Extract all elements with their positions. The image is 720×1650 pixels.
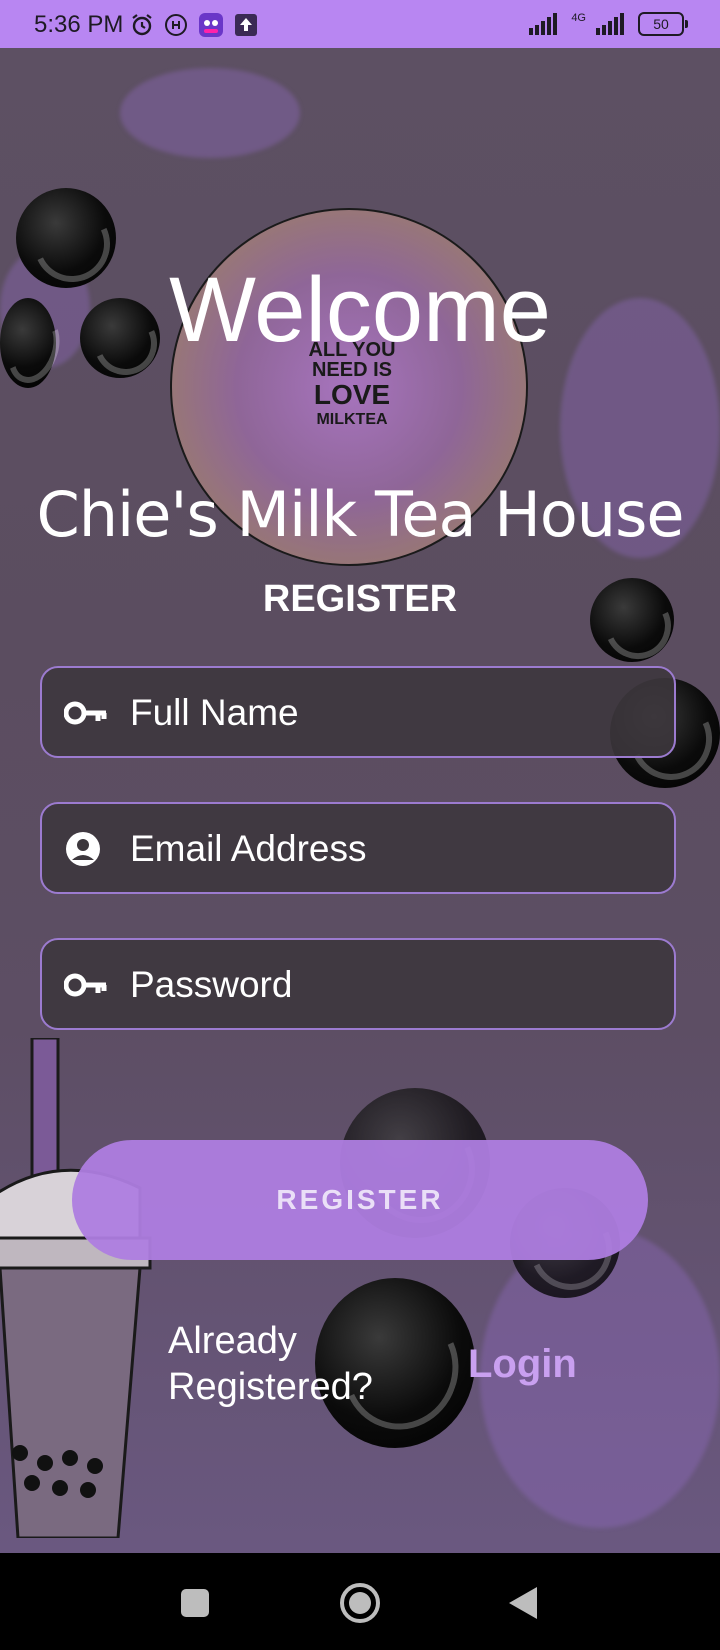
- alarm-icon: [132, 14, 152, 36]
- signal-icon: [529, 13, 558, 35]
- already-line: Already: [168, 1320, 297, 1362]
- status-icons-right: 4G 50: [529, 12, 688, 36]
- already-line: Registered?: [168, 1366, 373, 1408]
- register-button[interactable]: REGISTER: [72, 1140, 648, 1260]
- recents-button[interactable]: [165, 1573, 225, 1633]
- password-field[interactable]: [40, 938, 676, 1030]
- password-input[interactable]: [128, 940, 662, 1030]
- login-link[interactable]: Login: [468, 1342, 577, 1387]
- welcome-heading: Welcome: [169, 259, 551, 361]
- logo-line: NEED IS: [311, 359, 393, 381]
- logo-line: MILKTEA: [316, 411, 388, 428]
- splash-decoration: [120, 68, 300, 158]
- app-notification-icon: [199, 13, 223, 37]
- square-icon: [181, 1589, 209, 1617]
- status-bar: 5:36 PM 4G 50: [0, 0, 720, 48]
- already-registered-text: Already Registered?: [168, 1318, 373, 1410]
- home-button[interactable]: [330, 1573, 390, 1633]
- status-icons-left: [130, 12, 258, 38]
- home-circle-icon: [340, 1583, 380, 1623]
- back-button[interactable]: [494, 1573, 554, 1633]
- key-icon: [64, 701, 107, 725]
- logo-line: LOVE: [313, 379, 391, 410]
- upload-icon: [235, 14, 257, 36]
- email-input[interactable]: [128, 804, 662, 894]
- shop-name: Chie's Milk Tea House: [36, 478, 684, 551]
- battery-icon: 50: [638, 12, 688, 36]
- network-type: 4G: [571, 12, 586, 24]
- milk-tea-cup-illustration: [0, 1038, 152, 1538]
- full-name-field[interactable]: [40, 666, 676, 758]
- account-circle-icon: [66, 832, 100, 866]
- signal-4g-icon: [596, 13, 624, 35]
- back-triangle-icon: [509, 1587, 537, 1619]
- full-name-input[interactable]: [128, 668, 662, 758]
- email-field[interactable]: [40, 802, 676, 894]
- hotspot-icon: [165, 14, 187, 36]
- form-title: REGISTER: [262, 578, 458, 620]
- key-icon: [64, 973, 107, 997]
- status-time: 5:36 PM: [34, 11, 124, 38]
- register-screen: 5:36 PM 4G 50 ALL YOU NEED IS LOVE MILKT…: [0, 0, 720, 1650]
- navigation-bar: [0, 1553, 720, 1650]
